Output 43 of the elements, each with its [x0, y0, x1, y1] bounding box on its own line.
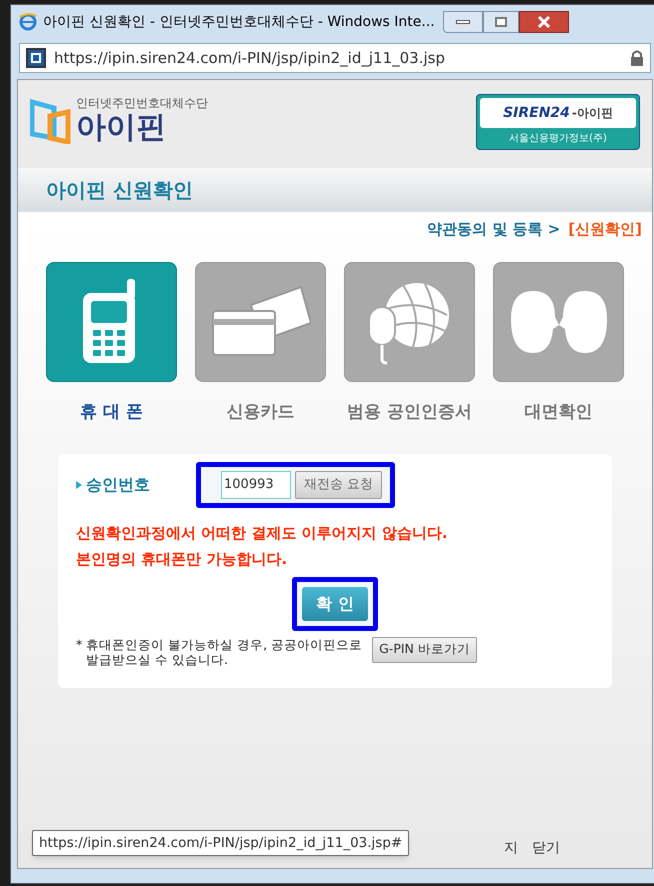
credit-cards-icon	[210, 285, 310, 359]
logo-text: 아이핀	[76, 112, 167, 144]
verification-method-tile[interactable]	[493, 262, 624, 382]
partner-suffix: -아이핀	[572, 105, 613, 122]
warning-notice: 신원확인과정에서 어떠한 결제도 이루어지지 않습니다.	[76, 522, 449, 544]
partner-company: 서울신용평가정보(주)	[509, 132, 607, 146]
lock-icon	[630, 50, 644, 66]
method-label: 신용카드	[226, 401, 294, 424]
method-label: 대면확인	[524, 401, 592, 424]
field-label: 승인번호	[76, 472, 176, 496]
window-title: 아이핀 신원확인 - 인터넷주민번호대체수단 - Windows Inte...	[43, 12, 435, 32]
resend-button[interactable]: 재전송 요청	[295, 470, 382, 498]
close-icon	[538, 16, 550, 28]
warning-notice: 본인명의 휴대폰만 가능합니다.	[76, 549, 288, 570]
minimize-button[interactable]	[442, 11, 483, 33]
breadcrumb-item: [신원확인]	[568, 219, 642, 240]
logo-caption: 인터넷주민번호대체수단	[76, 95, 208, 112]
address-url: https://ipin.siren24.com/i-PIN/jsp/ipin2_id_j11_03.jsp	[54, 48, 446, 69]
gpin-note: * 휴대폰인증이 불가능하실 경우, 공공아이핀으로	[76, 636, 362, 652]
partner-brand: SIREN24	[503, 104, 570, 122]
logo-icon	[30, 98, 72, 144]
partner-badge[interactable]: SIREN24-아이핀 서울신용평가정보(주)	[476, 94, 640, 150]
gpin-note: 발급받으실 수 있습니다.	[85, 652, 229, 666]
site-icon	[26, 48, 46, 68]
method-label: 범용 공인인증서	[347, 401, 472, 424]
address-bar[interactable]: https://ipin.siren24.com/i-PIN/jsp/ipin2_id_j11_03.jsp	[19, 43, 651, 73]
bullet-icon	[76, 480, 82, 488]
verification-method-tile[interactable]	[344, 262, 475, 382]
footer-link[interactable]: 지	[504, 838, 518, 858]
gpin-button[interactable]: G-PIN 바로가기	[372, 636, 477, 662]
maximize-icon	[494, 17, 507, 27]
breadcrumb-item: 약관동의 및 등록 >	[427, 219, 560, 240]
page-title: 아이핀 신원확인	[46, 177, 193, 204]
approval-number-input[interactable]: 100993	[221, 470, 291, 498]
verification-method-tile[interactable]	[195, 262, 326, 382]
footer-link[interactable]: 닫기	[532, 838, 560, 858]
method-label: 휴 대 폰	[80, 401, 143, 424]
browser-logo-icon	[19, 13, 37, 31]
minimize-icon	[456, 20, 470, 24]
verification-method-tile[interactable]	[46, 262, 177, 382]
close-button[interactable]	[518, 11, 569, 33]
maximize-button[interactable]	[482, 11, 519, 33]
status-tooltip: https://ipin.siren24.com/i-PIN/jsp/ipin2_id_j11_03.jsp#	[32, 830, 410, 856]
